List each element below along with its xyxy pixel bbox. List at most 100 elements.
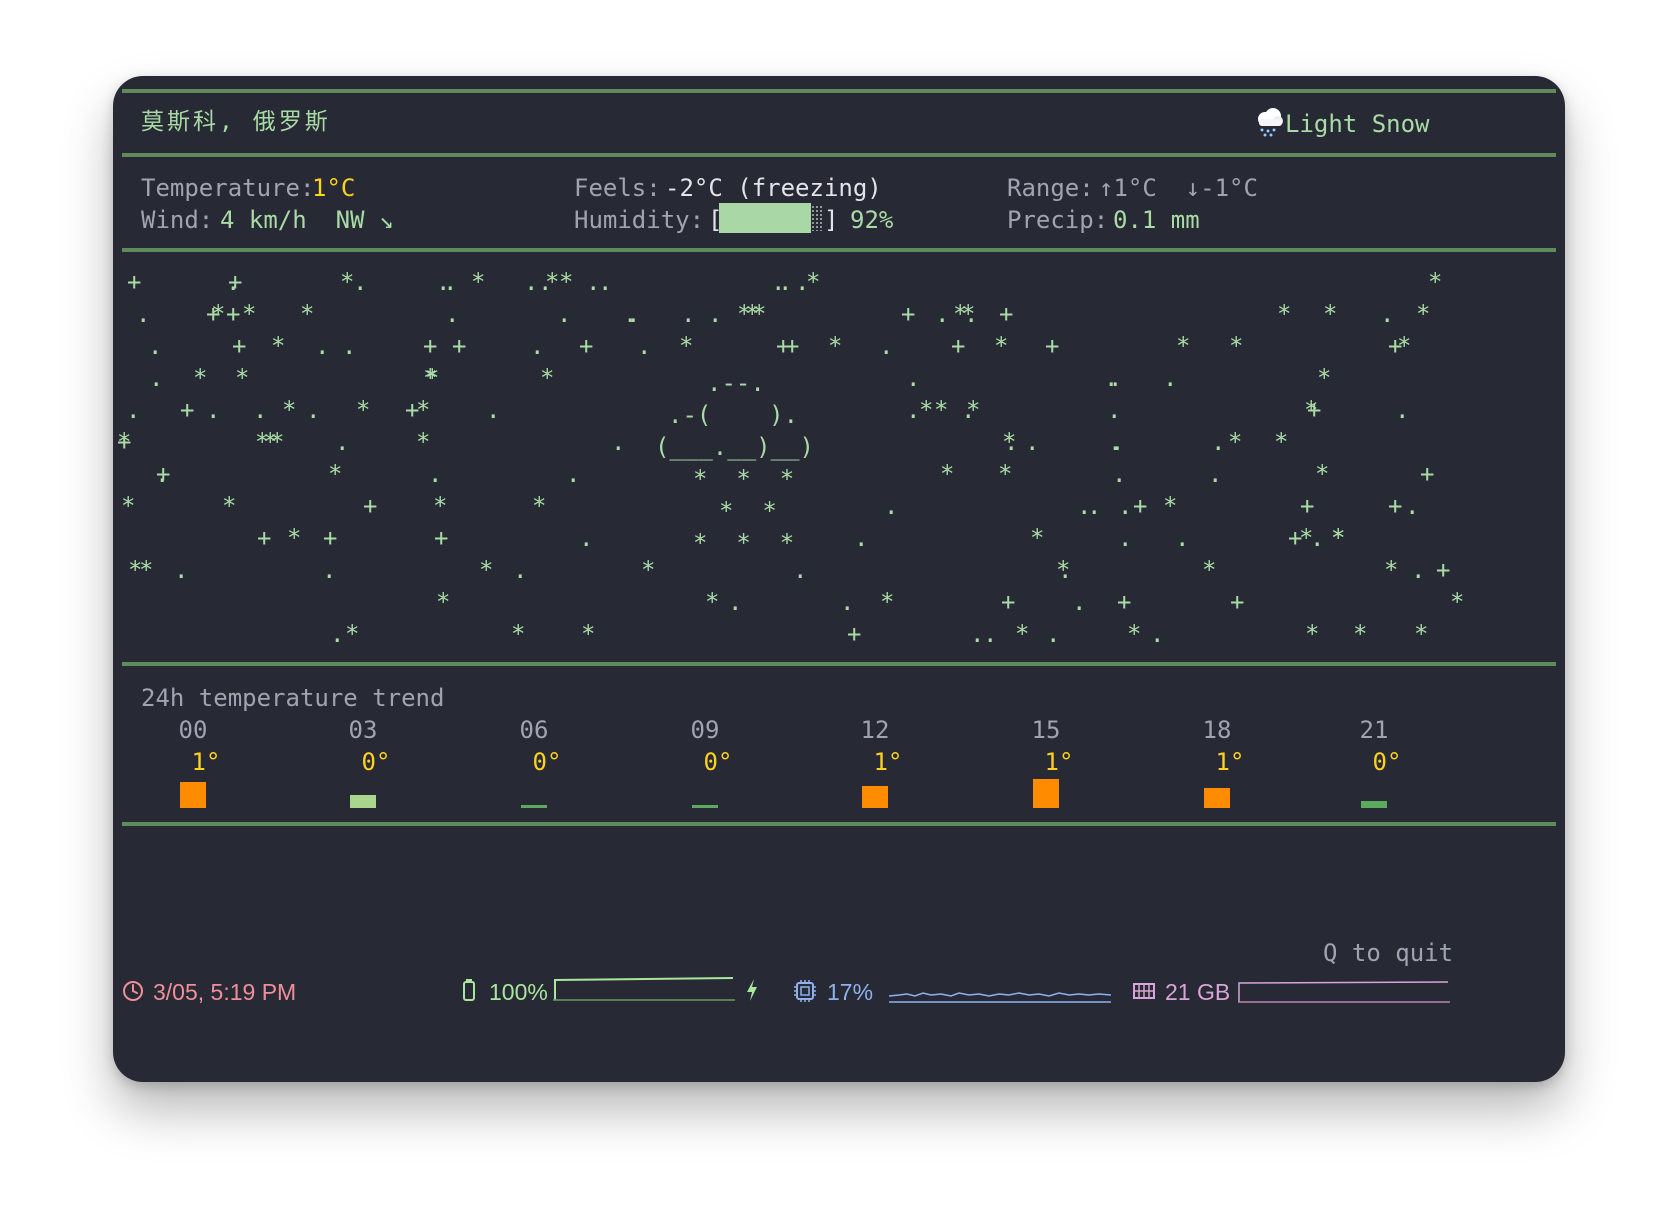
snow-particle: . bbox=[637, 332, 652, 360]
snow-particle: . bbox=[1118, 524, 1133, 552]
snow-particle: . bbox=[1175, 524, 1190, 552]
weather-window: 莫斯科, 俄罗斯 Light Snow Temperature: 1°C Win… bbox=[113, 76, 1565, 1082]
snow-particle: * bbox=[545, 268, 560, 296]
snow-particle: . bbox=[353, 268, 368, 296]
cpu-sparkline bbox=[888, 982, 1112, 1004]
trend-divider bbox=[122, 822, 1556, 826]
cpu-label: 17% bbox=[827, 979, 874, 1005]
snow-particle: * bbox=[328, 460, 343, 488]
humidity-label: Humidity: bbox=[574, 206, 705, 234]
snow-particle: . bbox=[1208, 460, 1223, 488]
snow-particle: + bbox=[1307, 396, 1322, 424]
trend-temp-label: 0° bbox=[1372, 748, 1402, 776]
snow-particle: * bbox=[235, 364, 250, 392]
art-divider bbox=[122, 662, 1556, 666]
precip-label: Precip: bbox=[1007, 206, 1109, 234]
clock-icon bbox=[122, 980, 144, 1002]
snow-particle: . bbox=[879, 332, 894, 360]
snow-particle: . bbox=[771, 268, 786, 296]
snow-particle: . bbox=[335, 428, 350, 456]
snow-particle: . bbox=[970, 620, 985, 648]
snow-particle: . bbox=[623, 300, 638, 328]
snow-particle: * bbox=[345, 620, 360, 648]
cloud-art-line-2: .-( ). bbox=[668, 401, 799, 429]
snow-particle: + bbox=[1300, 492, 1315, 520]
snow-particle: . bbox=[598, 268, 613, 296]
condition-label: Light Snow bbox=[1285, 110, 1430, 138]
snow-particle: . bbox=[513, 556, 528, 584]
snow-particle: + bbox=[1288, 524, 1303, 552]
snow-particle: . bbox=[330, 620, 345, 648]
snow-particle: . bbox=[149, 364, 164, 392]
flakes-art-line-3: * * * bbox=[693, 529, 795, 557]
snow-particle: * bbox=[282, 396, 297, 424]
snow-particle: . bbox=[1112, 460, 1127, 488]
cloud-art-line-3: (___.__)__) bbox=[655, 433, 814, 461]
snow-particle: . bbox=[579, 524, 594, 552]
feels-label: Feels: bbox=[574, 174, 661, 202]
snow-particle: * bbox=[242, 300, 257, 328]
snow-particle: . bbox=[1046, 620, 1061, 648]
snow-particle: * bbox=[880, 588, 895, 616]
snow-particle: * bbox=[423, 364, 438, 392]
snow-particle: . bbox=[436, 268, 451, 296]
snow-particle: + bbox=[776, 332, 791, 360]
snow-particle: + bbox=[847, 620, 862, 648]
humidity-value: 92% bbox=[850, 206, 894, 234]
trend-title: 24h temperature trend bbox=[141, 684, 445, 712]
trend-temp-label: 1° bbox=[873, 748, 903, 776]
snow-particle: . bbox=[681, 300, 696, 328]
flakes-art-line-2: * * bbox=[719, 497, 777, 525]
snow-particle: . bbox=[906, 364, 921, 392]
snow-particle: + bbox=[228, 268, 243, 296]
snow-particle: + bbox=[117, 428, 132, 456]
snow-particle: * bbox=[416, 428, 431, 456]
snow-particle: + bbox=[901, 300, 916, 328]
snow-particle: . bbox=[964, 300, 979, 328]
snow-particle: * bbox=[1323, 300, 1338, 328]
snow-particle: + bbox=[226, 300, 241, 328]
memory-sparkline bbox=[1238, 980, 1450, 1004]
snow-particle: . bbox=[566, 460, 581, 488]
snow-particle: . bbox=[708, 300, 723, 328]
snow-particle: * bbox=[966, 396, 981, 424]
snow-particle: . bbox=[1108, 428, 1123, 456]
snow-particle: * bbox=[737, 300, 752, 328]
trend-hour-label: 18 bbox=[1202, 716, 1232, 744]
snow-particle: * bbox=[1229, 332, 1244, 360]
precip-value: 0.1 mm bbox=[1113, 206, 1200, 234]
trend-temp-label: 0° bbox=[703, 748, 733, 776]
battery-label: 100% bbox=[489, 979, 548, 1005]
memory-label: 21 GB bbox=[1165, 979, 1231, 1005]
snow-particle: . bbox=[174, 556, 189, 584]
snow-particle: * bbox=[1274, 428, 1289, 456]
snow-particle: . bbox=[342, 332, 357, 360]
snow-particle: . bbox=[1025, 428, 1040, 456]
snow-particle: + bbox=[452, 332, 467, 360]
snow-particle: . bbox=[983, 620, 998, 648]
snow-particle: * bbox=[1002, 428, 1017, 456]
snow-particle: * bbox=[1202, 556, 1217, 584]
snow-particle: . bbox=[840, 588, 855, 616]
snow-particle: . bbox=[315, 332, 330, 360]
snow-particle: . bbox=[1107, 396, 1122, 424]
snow-particle: + bbox=[423, 332, 438, 360]
snow-particle: + bbox=[1436, 556, 1451, 584]
snow-particle: * bbox=[1414, 620, 1429, 648]
feels-value: -2°C (freezing) bbox=[665, 174, 882, 202]
snow-particle: * bbox=[479, 556, 494, 584]
snow-particle: * bbox=[919, 396, 934, 424]
snow-particle: * bbox=[1416, 300, 1431, 328]
snow-particle: * bbox=[679, 332, 694, 360]
trend-temp-label: 1° bbox=[1044, 748, 1074, 776]
wind-label: Wind: bbox=[141, 206, 214, 234]
snow-particle: * bbox=[255, 428, 270, 456]
snow-particle: . bbox=[1163, 364, 1178, 392]
snow-particle: * bbox=[1384, 556, 1399, 584]
snow-particle: * bbox=[998, 460, 1013, 488]
snow-animation: *.. * + *. * *. *... * * + * +. * + * *.. +.... * * + + *. +..… bbox=[113, 264, 1565, 674]
snow-particle: * bbox=[121, 492, 136, 520]
snow-particle: + bbox=[1117, 588, 1132, 616]
snow-particle: + bbox=[1388, 492, 1403, 520]
snow-particle: + bbox=[1133, 492, 1148, 520]
